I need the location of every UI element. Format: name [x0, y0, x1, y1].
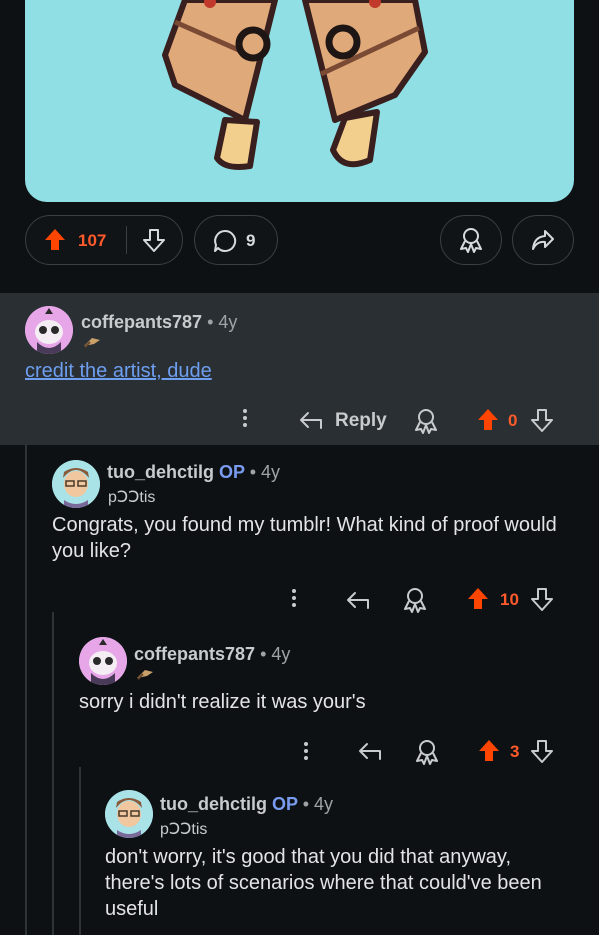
comment-score: 10 — [500, 590, 519, 609]
post-upvote-count: 107 — [78, 231, 107, 250]
user-flair: pↃↃtis — [108, 489, 156, 506]
comment-count: 9 — [246, 231, 256, 250]
post-image[interactable] — [25, 0, 574, 202]
upvote-filled-icon[interactable] — [477, 408, 499, 432]
comment-age: • 4y — [207, 312, 238, 332]
upvote-filled-icon[interactable] — [478, 739, 500, 763]
comment-age: • 4y — [260, 644, 291, 664]
comment-age: • 4y — [249, 462, 281, 482]
comment-username[interactable]: coffepants787 — [81, 312, 202, 332]
avatar-cartoon — [105, 790, 153, 838]
downvote-icon[interactable] — [531, 408, 553, 432]
thread-line — [79, 767, 81, 935]
comment-score: 0 — [508, 411, 518, 430]
comment-username[interactable]: tuo_dehctilg — [107, 462, 214, 482]
op-badge: OP — [272, 794, 298, 814]
avatar[interactable] — [105, 790, 153, 838]
comments-button[interactable]: 9 — [194, 215, 278, 265]
comment-text: sorry i didn't realize it was your's — [79, 691, 366, 713]
reply-icon[interactable] — [346, 590, 370, 610]
comment-text: Congrats, you found my tumblr! What kind… — [52, 514, 557, 562]
comment-age: • 4y — [302, 794, 334, 814]
op-badge: OP — [219, 462, 245, 482]
cartoon-legs-illustration — [162, 0, 428, 170]
vote-divider — [126, 226, 127, 254]
downvote-icon[interactable] — [531, 739, 553, 763]
more-options-icon[interactable] — [292, 586, 296, 610]
avatar[interactable] — [52, 460, 100, 508]
reply-icon[interactable] — [299, 410, 323, 430]
upvote-filled-icon[interactable] — [44, 228, 66, 252]
flair-icon — [137, 670, 153, 680]
reply-icon[interactable] — [358, 741, 382, 761]
user-flair: pↃↃtis — [160, 821, 208, 838]
comment-bubble-icon — [214, 229, 237, 252]
reply-button[interactable]: Reply — [335, 410, 387, 432]
flair-icon — [84, 338, 100, 348]
more-options-icon[interactable] — [304, 739, 308, 763]
share-button[interactable] — [512, 215, 574, 265]
award-icon — [460, 228, 482, 253]
comment-username[interactable]: coffepants787 — [134, 644, 255, 664]
award-icon[interactable] — [403, 587, 427, 613]
comment-username[interactable]: tuo_dehctilg — [160, 794, 267, 814]
comment-text[interactable]: credit the artist, dude — [25, 360, 212, 382]
avatar-cartoon — [25, 306, 73, 354]
highlighted-comment: coffepants787 • 4y credit the artist, du… — [0, 293, 599, 445]
avatar-cartoon — [52, 460, 100, 508]
share-icon — [532, 230, 554, 250]
comment-score: 3 — [510, 742, 520, 761]
thread-line — [25, 445, 27, 935]
award-icon[interactable] — [414, 408, 438, 434]
downvote-icon[interactable] — [143, 228, 165, 252]
downvote-icon[interactable] — [531, 587, 553, 611]
award-button[interactable] — [440, 215, 502, 265]
avatar[interactable] — [25, 306, 73, 354]
avatar[interactable] — [79, 637, 127, 685]
thread-line — [52, 612, 54, 935]
avatar-cartoon — [79, 637, 127, 685]
more-options-icon[interactable] — [243, 406, 247, 430]
comment-text: don't worry, it's good that you did that… — [105, 846, 542, 920]
award-icon[interactable] — [415, 739, 439, 765]
upvote-filled-icon[interactable] — [467, 587, 489, 611]
vote-control: 107 — [25, 215, 183, 265]
